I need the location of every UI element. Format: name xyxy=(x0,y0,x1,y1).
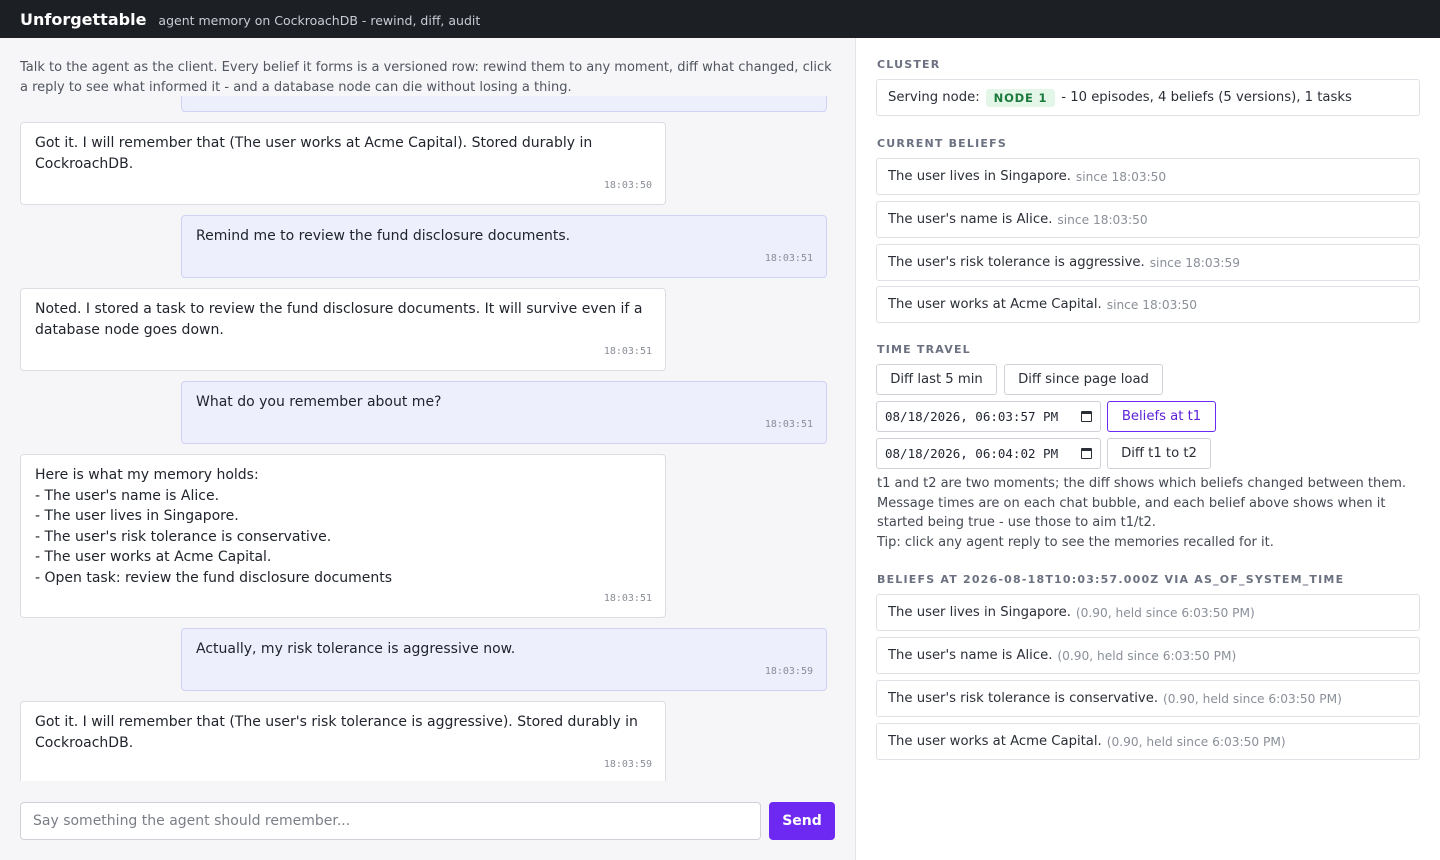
diff-last-5-min-button[interactable]: Diff last 5 min xyxy=(876,364,997,395)
message-text: Actually, my risk tolerance is aggressiv… xyxy=(196,641,516,657)
message-text: Noted. I stored a task to review the fun… xyxy=(35,301,643,338)
time-travel-help: t1 and t2 are two moments; the diff show… xyxy=(877,474,1422,552)
message-time: 18:03:59 xyxy=(764,665,813,677)
message-text: Here is what my memory holds: - The user… xyxy=(35,467,392,586)
message-text: Got it. I will remember that (The user w… xyxy=(35,135,593,172)
as-of-belief-card: The user works at Acme Capital. (0.90, h… xyxy=(876,723,1420,760)
message-time: 18:03:50 xyxy=(603,179,652,191)
belief-text: The user works at Acme Capital. xyxy=(888,297,1102,312)
t2-datetime-input[interactable]: 08/18/2026, 06:04:02 PM xyxy=(876,438,1101,469)
belief-card: The user's risk tolerance is aggressive.… xyxy=(876,244,1420,281)
serving-label: Serving node: xyxy=(888,90,980,105)
help-line: Message times are on each chat bubble, a… xyxy=(877,495,1386,531)
belief-card: The user works at Acme Capital. since 18… xyxy=(876,286,1420,323)
belief-since: since 18:03:59 xyxy=(1149,255,1240,270)
chat-message-agent[interactable]: Noted. I stored a task to review the fun… xyxy=(20,288,666,371)
chat-message-user: Actually, my risk tolerance is aggressiv… xyxy=(181,628,827,691)
memory-panel: CLUSTER Serving node: NODE 1 - 10 episod… xyxy=(857,38,1440,860)
belief-text: The user works at Acme Capital. xyxy=(888,734,1102,749)
belief-card: The user lives in Singapore. since 18:03… xyxy=(876,158,1420,195)
belief-card: The user's name is Alice. since 18:03:50 xyxy=(876,201,1420,238)
app-title: Unforgettable xyxy=(20,9,147,29)
calendar-icon[interactable] xyxy=(1081,411,1092,422)
message-time: 18:03:51 xyxy=(764,252,813,264)
belief-meta: (0.90, held since 6:03:50 PM) xyxy=(1057,648,1237,663)
belief-text: The user lives in Singapore. xyxy=(888,169,1071,184)
chat-intro: Talk to the agent as the client. Every b… xyxy=(20,60,832,95)
t2-value: 08/18/2026, 06:04:02 PM xyxy=(885,446,1059,461)
send-button[interactable]: Send xyxy=(769,802,835,840)
app-tagline: agent memory on CockroachDB - rewind, di… xyxy=(158,12,481,28)
message-text: What do you remember about me? xyxy=(196,394,442,410)
chat-composer: Send xyxy=(20,802,835,840)
message-text: Got it. I will remember that (The user's… xyxy=(35,714,638,751)
belief-text: The user lives in Singapore. xyxy=(888,605,1071,620)
help-line: t1 and t2 are two moments; the diff show… xyxy=(877,476,1407,491)
top-bar: Unforgettable agent memory on CockroachD… xyxy=(0,0,1440,38)
time-travel-heading: TIME TRAVEL xyxy=(877,343,971,356)
help-line: Tip: click any agent reply to see the me… xyxy=(877,534,1274,550)
chat-panel: Talk to the agent as the client. Every b… xyxy=(0,38,856,860)
chat-message-user: What do you remember about me? 18:03:51 xyxy=(181,381,827,444)
belief-meta: (0.90, held since 6:03:50 PM) xyxy=(1163,691,1342,706)
diff-t1-to-t2-button[interactable]: Diff t1 to t2 xyxy=(1107,438,1211,469)
belief-meta: (0.90, held since 6:03:50 PM) xyxy=(1106,734,1286,749)
chat-scroll-area[interactable]: Got it. I will remember that (The user w… xyxy=(20,96,827,781)
diff-since-page-load-button[interactable]: Diff since page load xyxy=(1004,364,1163,395)
cluster-heading: CLUSTER xyxy=(877,58,941,71)
cluster-status: Serving node: NODE 1 - 10 episodes, 4 be… xyxy=(876,79,1420,116)
chat-message-agent[interactable]: Got it. I will remember that (The user's… xyxy=(20,701,666,781)
chat-message-user: Remind me to review the fund disclosure … xyxy=(181,215,827,278)
chat-input[interactable] xyxy=(20,802,761,840)
current-beliefs-heading: CURRENT BELIEFS xyxy=(877,137,1007,150)
chat-message-user xyxy=(181,96,827,112)
as-of-belief-card: The user's risk tolerance is conservativ… xyxy=(876,680,1420,717)
t1-datetime-input[interactable]: 08/18/2026, 06:03:57 PM xyxy=(876,401,1101,432)
belief-text: The user's name is Alice. xyxy=(888,648,1053,663)
as-of-heading: BELIEFS AT 2026-08-18T10:03:57.000Z VIA … xyxy=(877,573,1345,586)
chat-message-agent[interactable]: Got it. I will remember that (The user w… xyxy=(20,122,666,205)
belief-since: since 18:03:50 xyxy=(1075,169,1167,184)
calendar-icon[interactable] xyxy=(1081,448,1092,459)
belief-since: since 18:03:50 xyxy=(1106,297,1197,312)
message-time: 18:03:51 xyxy=(603,592,652,604)
belief-text: The user's risk tolerance is aggressive. xyxy=(888,255,1145,270)
chat-message-agent[interactable]: Here is what my memory holds: - The user… xyxy=(20,454,666,618)
as-of-belief-card: The user's name is Alice. (0.90, held si… xyxy=(876,637,1420,674)
belief-text: The user's name is Alice. xyxy=(888,212,1053,227)
message-time: 18:03:51 xyxy=(603,345,652,357)
belief-text: The user's risk tolerance is conservativ… xyxy=(888,691,1159,706)
node-badge: NODE 1 xyxy=(985,88,1056,107)
beliefs-at-t1-button[interactable]: Beliefs at t1 xyxy=(1107,401,1216,432)
t1-value: 08/18/2026, 06:03:57 PM xyxy=(885,409,1059,424)
message-time: 18:03:51 xyxy=(764,418,813,430)
belief-since: since 18:03:50 xyxy=(1057,212,1148,227)
belief-meta: (0.90, held since 6:03:50 PM) xyxy=(1075,605,1255,620)
as-of-belief-card: The user lives in Singapore. (0.90, held… xyxy=(876,594,1420,631)
cluster-summary: - 10 episodes, 4 beliefs (5 versions), 1… xyxy=(1061,90,1352,105)
message-text: Remind me to review the fund disclosure … xyxy=(196,228,571,244)
message-time: 18:03:59 xyxy=(603,758,652,770)
